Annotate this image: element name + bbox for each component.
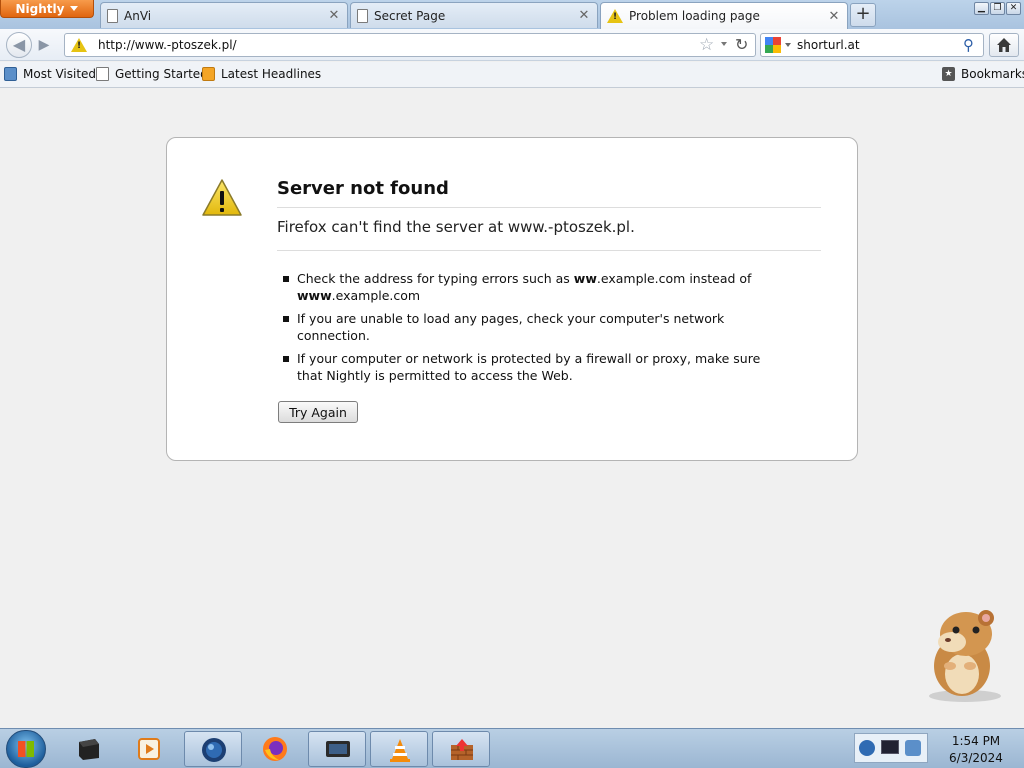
bookmarks-menu-label: Bookmarks (961, 67, 1024, 81)
hamster-mascot-image (929, 610, 1001, 702)
chevron-down-icon[interactable] (721, 42, 727, 46)
warning-icon[interactable] (71, 38, 87, 52)
taskbar-item-vlc[interactable] (370, 731, 428, 767)
bookmarks-toolbar: Most Visited Getting Started Latest Head… (0, 62, 1024, 88)
chevron-down-icon[interactable] (785, 43, 791, 47)
rss-feed-icon (202, 67, 215, 81)
close-window-button[interactable]: ✕ (1006, 2, 1021, 15)
home-icon (997, 38, 1011, 52)
clock-date[interactable]: 6/3/2024 (936, 751, 1016, 765)
bookmark-label: Latest Headlines (221, 67, 322, 81)
back-button[interactable]: ◀ (6, 32, 32, 58)
bookmark-latest-headlines[interactable]: Latest Headlines (202, 67, 321, 81)
taskbar: 1:54 PM 6/3/2024 (0, 728, 1024, 768)
new-tab-button[interactable]: + (850, 3, 876, 27)
bookmarks-star-icon: ★ (942, 67, 955, 81)
restore-window-button[interactable]: ❐ (990, 2, 1005, 15)
home-button[interactable] (989, 33, 1019, 57)
page-icon (357, 8, 368, 23)
display-icon[interactable] (881, 740, 899, 754)
globe-app-icon (202, 738, 226, 762)
bookmark-most-visited[interactable]: Most Visited (4, 67, 96, 81)
google-icon[interactable] (765, 37, 781, 53)
close-icon[interactable]: ✕ (827, 9, 841, 24)
warning-icon (202, 179, 242, 216)
navigation-toolbar: ◀ ▶ http://www.-ptoszek.pl/ ☆ ↻ shorturl… (0, 29, 1024, 61)
tab-anvi[interactable]: AnVi ✕ (100, 2, 348, 28)
taskbar-item-firewall[interactable] (432, 731, 490, 767)
firefox-app-icon (263, 737, 287, 761)
firewall-app-icon (451, 739, 473, 760)
nightly-menu-button[interactable]: Nightly (0, 0, 94, 18)
forward-button[interactable]: ▶ (34, 36, 54, 54)
sync-icon[interactable] (905, 740, 921, 756)
suggestion-network-connection: If you are unable to load any pages, che… (281, 310, 781, 344)
try-again-button[interactable]: Try Again (278, 401, 358, 423)
network-globe-icon[interactable] (859, 740, 875, 756)
page-icon (107, 8, 118, 23)
warning-icon (607, 9, 623, 23)
tab-strip: Nightly AnVi ✕ Secret Page ✕ Problem loa… (0, 0, 1024, 29)
media-player-app-icon (138, 738, 160, 760)
search-input[interactable]: shorturl.at (797, 38, 860, 52)
error-short-description: Firefox can't find the server at www.-pt… (277, 218, 821, 251)
taskbar-item-globe[interactable] (184, 731, 242, 767)
search-icon[interactable]: ⚲ (963, 36, 974, 54)
close-icon[interactable]: ✕ (327, 8, 341, 23)
terminal-app-icon (79, 739, 99, 760)
clock-time[interactable]: 1:54 PM (936, 734, 1016, 748)
taskbar-item-firefox[interactable] (246, 731, 304, 767)
taskbar-item-monitor[interactable] (308, 731, 366, 767)
suggestion-firewall: If your computer or network is protected… (281, 350, 781, 384)
vlc-app-icon (390, 739, 410, 762)
smart-folder-icon (4, 67, 17, 81)
bookmark-label: Most Visited (23, 67, 97, 81)
error-page-container: Server not found Firefox can't find the … (166, 137, 858, 461)
bookmarks-menu-button[interactable]: ★ Bookmarks (942, 67, 1024, 81)
bookmark-label: Getting Started (115, 67, 208, 81)
close-icon[interactable]: ✕ (577, 8, 591, 23)
page-content: Server not found Firefox can't find the … (0, 89, 1024, 728)
error-title: Server not found (277, 178, 821, 208)
tab-label: AnVi (124, 8, 152, 23)
tray-icons[interactable] (854, 733, 928, 763)
start-button[interactable] (6, 730, 46, 768)
taskbar-item-terminal[interactable] (60, 731, 118, 767)
suggestion-check-address: Check the address for typing errors such… (281, 270, 781, 304)
minimize-window-button[interactable]: ▁ (974, 2, 989, 15)
url-bar[interactable]: http://www.-ptoszek.pl/ ☆ ↻ (64, 33, 756, 57)
bookmark-getting-started[interactable]: Getting Started (96, 67, 208, 81)
page-icon (96, 67, 109, 81)
tab-label: Problem loading page (629, 9, 760, 23)
chevron-down-icon (70, 6, 79, 11)
taskbar-item-media-player[interactable] (120, 731, 178, 767)
search-bar[interactable]: shorturl.at ⚲ (760, 33, 984, 57)
tab-label: Secret Page (374, 8, 446, 23)
url-input[interactable]: http://www.-ptoszek.pl/ (98, 38, 237, 52)
monitor-app-icon (326, 741, 350, 757)
app-menu-label: Nightly (15, 1, 65, 16)
tab-problem-loading-page[interactable]: Problem loading page ✕ (600, 2, 848, 29)
error-suggestions-list: Check the address for typing errors such… (281, 270, 781, 390)
system-tray: 1:54 PM 6/3/2024 (840, 729, 1024, 768)
reload-icon[interactable]: ↻ (735, 35, 748, 54)
star-icon[interactable]: ☆ (699, 35, 714, 55)
tab-secret-page[interactable]: Secret Page ✕ (350, 2, 598, 28)
